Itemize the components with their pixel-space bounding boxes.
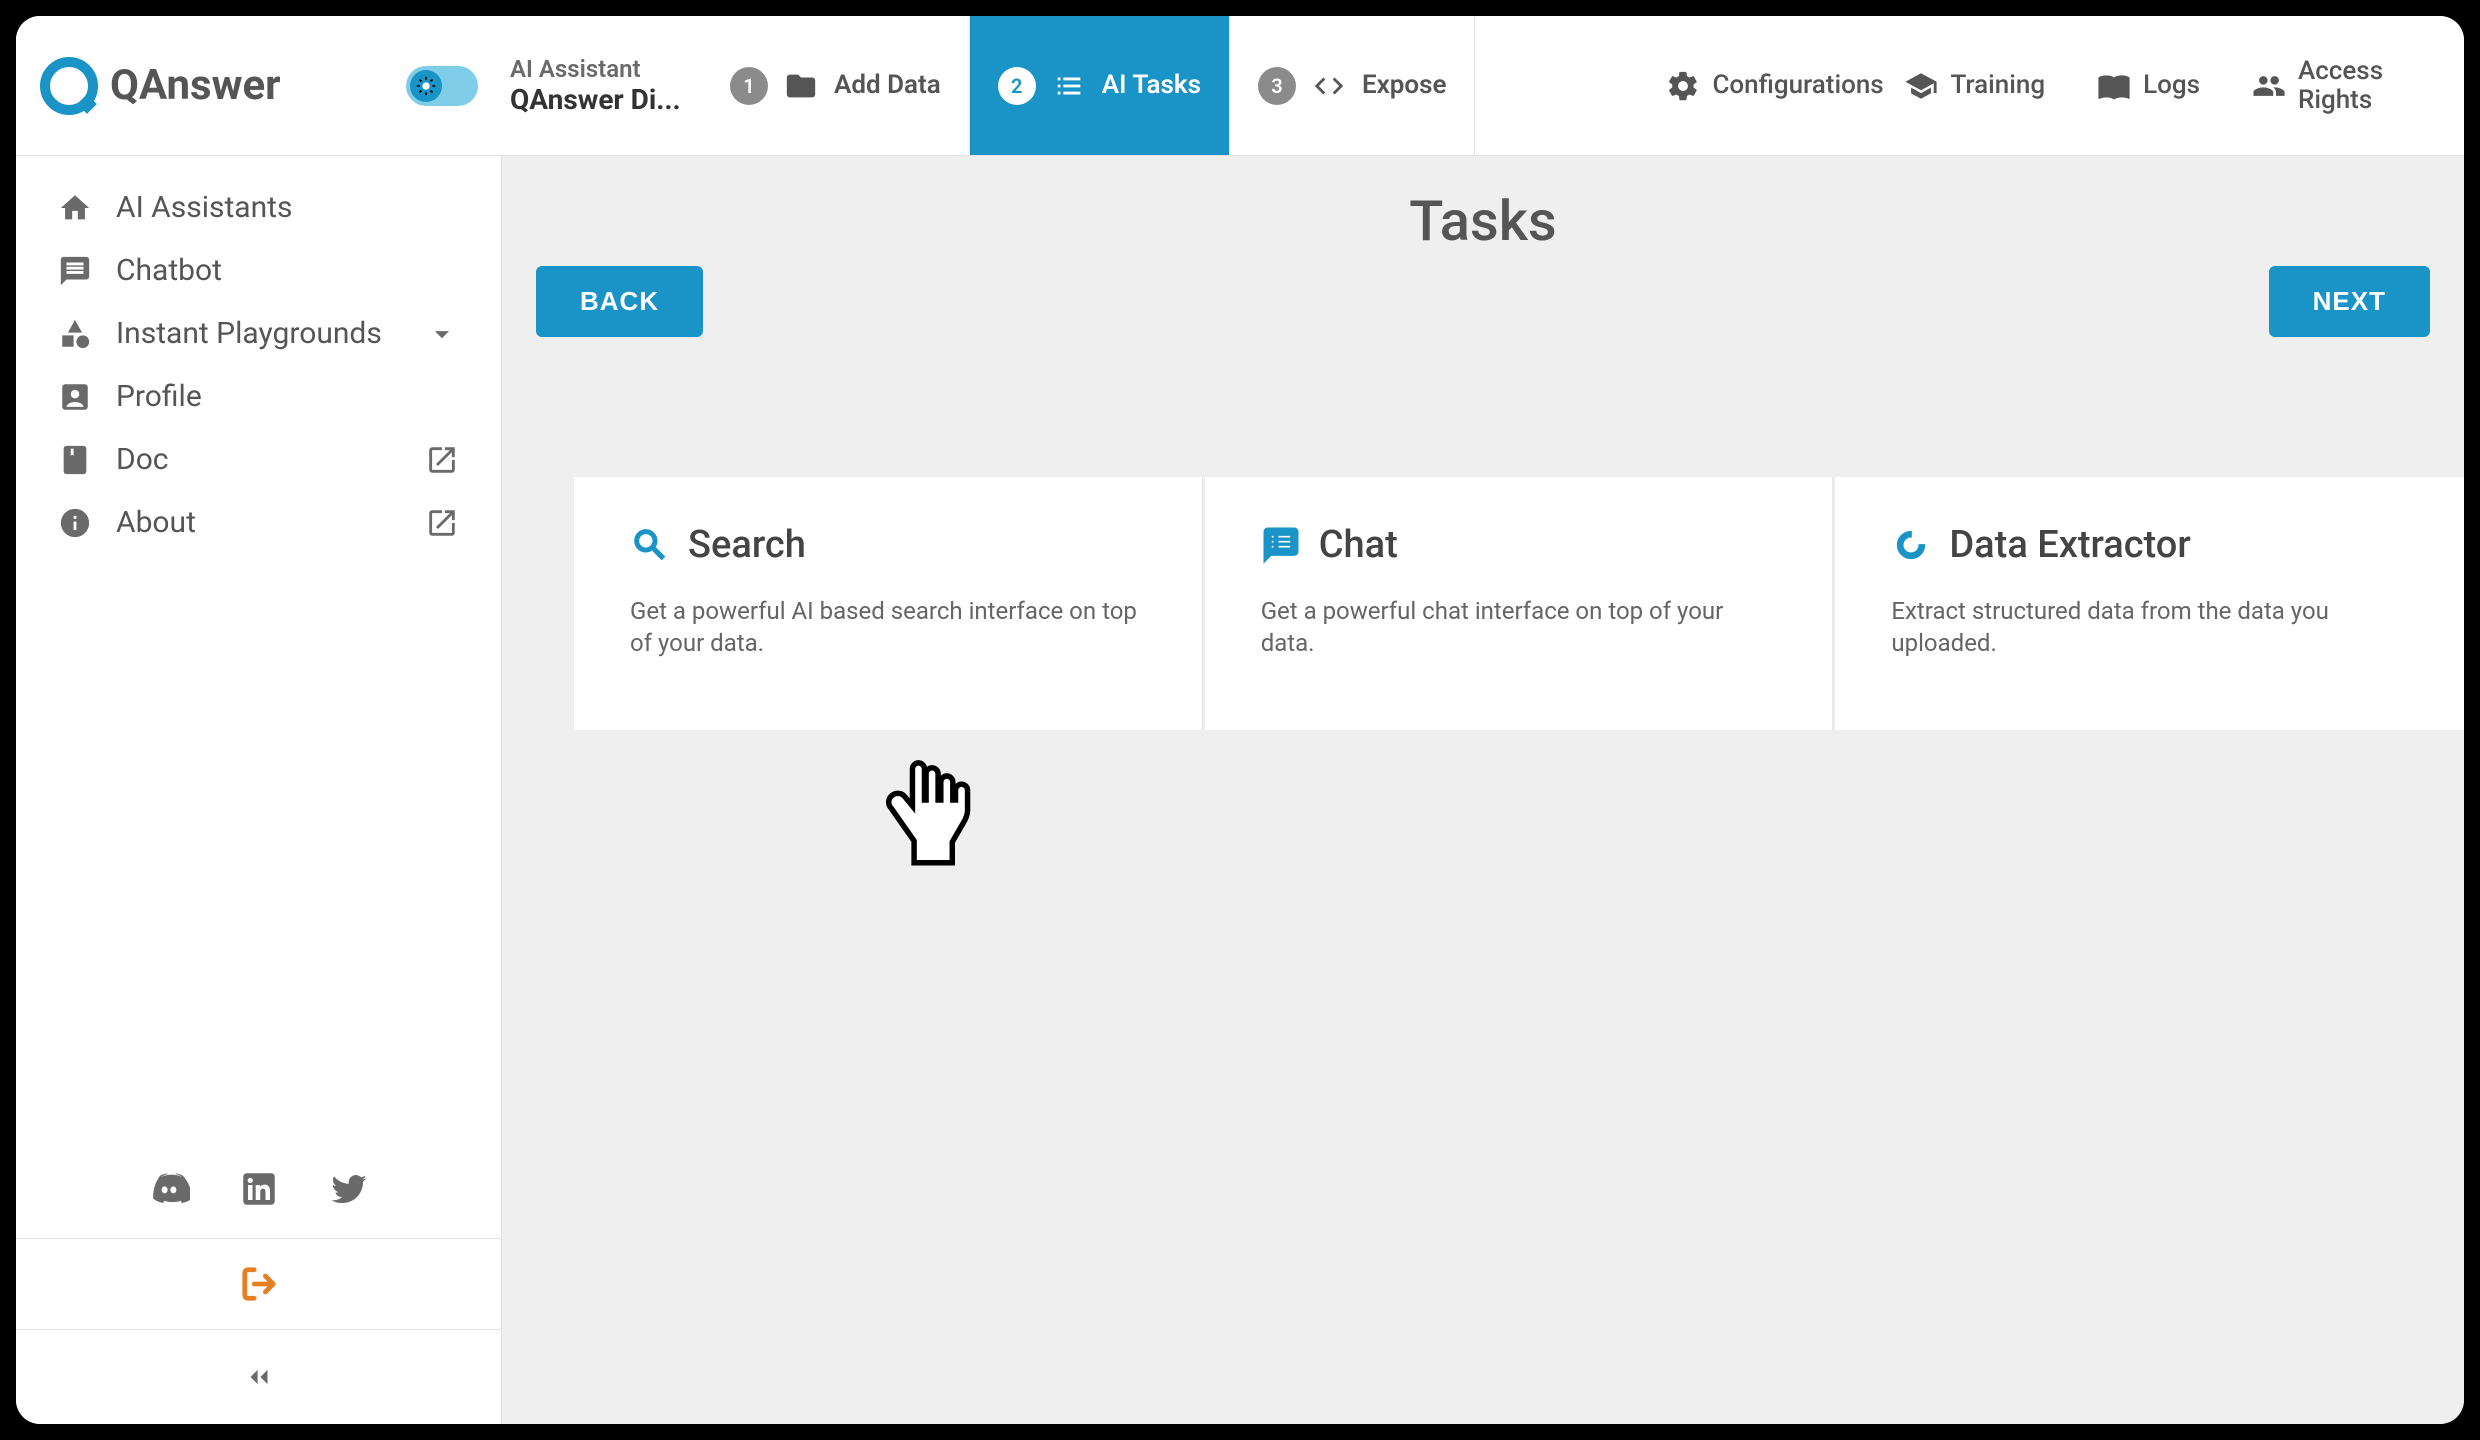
card-data-extractor[interactable]: Data Extractor Extract structured data f… [1835,477,2464,730]
logout-icon[interactable] [240,1265,278,1303]
logo-area: QAnswer [16,16,502,155]
sidebar-item-label: Doc [116,442,169,477]
sidebar-item-chatbot[interactable]: Chatbot [16,239,501,302]
chevron-down-icon [425,317,459,351]
search-icon [630,525,670,565]
ring-icon [1891,525,1931,565]
action-label: Training [1950,71,2045,100]
sidebar-item-doc[interactable]: Doc [16,428,501,491]
action-access-rights[interactable]: Access Rights [2226,16,2464,155]
action-training[interactable]: Training [1878,16,2071,155]
step-label: Expose [1362,71,1447,101]
page-title: Tasks [502,188,2464,254]
step-label: AI Tasks [1102,71,1201,101]
collapse-row [16,1329,501,1424]
step-number: 1 [730,67,768,105]
linkedin-icon[interactable] [238,1168,280,1210]
sidebar-item-profile[interactable]: Profile [16,365,501,428]
sidebar-item-about[interactable]: About [16,491,501,554]
action-label: Logs [2143,71,2200,100]
external-link-icon [425,443,459,477]
card-chat[interactable]: Chat Get a powerful chat interface on to… [1205,477,1834,730]
info-icon [58,506,92,540]
social-links [16,1140,501,1238]
gear-icon [1666,69,1700,103]
collapse-icon[interactable] [242,1360,276,1394]
card-description: Get a powerful AI based search interface… [630,595,1146,660]
step-expose[interactable]: 3 Expose [1230,16,1476,155]
book-icon [2097,69,2131,103]
card-title: Search [688,523,806,567]
step-number: 3 [1258,67,1296,105]
sun-icon [415,75,437,97]
action-configurations[interactable]: Configurations [1640,16,1878,155]
sidebar-item-label: AI Assistants [116,190,292,225]
chat-icon [1261,525,1301,565]
main-content: Tasks BACK NEXT Search Get a powerful AI… [502,156,2464,1424]
sidebar-item-instant-playgrounds[interactable]: Instant Playgrounds [16,302,501,365]
topbar: QAnswer AI Assistant QAnswer Di... 1 Add… [16,16,2464,156]
people-icon [2252,69,2286,103]
breadcrumb-parent: AI Assistant [510,55,694,83]
card-title: Data Extractor [1949,523,2190,567]
docbook-icon [58,443,92,477]
top-actions: Configurations Training Logs Access Righ… [1640,16,2464,155]
back-button[interactable]: BACK [536,266,703,337]
card-description: Extract structured data from the data yo… [1891,595,2440,660]
grad-cap-icon [1904,69,1938,103]
external-link-icon [425,506,459,540]
list-icon [1050,67,1088,105]
sidebar-item-label: Profile [116,379,202,414]
step-label: Add Data [834,71,941,101]
step-add-data[interactable]: 1 Add Data [702,16,970,155]
discord-icon[interactable] [148,1168,190,1210]
home-icon [58,191,92,225]
card-search[interactable]: Search Get a powerful AI based search in… [574,477,1203,730]
card-title: Chat [1319,523,1398,567]
task-cards: Search Get a powerful AI based search in… [574,477,2464,730]
next-button[interactable]: NEXT [2269,266,2430,337]
sidebar-item-ai-assistants[interactable]: AI Assistants [16,176,501,239]
action-logs[interactable]: Logs [2071,16,2226,155]
action-label: Configurations [1712,71,1852,100]
person-icon [58,380,92,414]
step-ai-tasks[interactable]: 2 AI Tasks [970,16,1230,155]
logout-row [16,1238,501,1329]
code-icon [1310,67,1348,105]
theme-toggle[interactable] [406,66,478,106]
folder-icon [782,67,820,105]
sidebar-item-label: Instant Playgrounds [116,316,382,351]
brand-name: QAnswer [110,61,281,110]
twitter-icon[interactable] [328,1168,370,1210]
chat-icon [58,254,92,288]
breadcrumb-current: QAnswer Di... [510,83,694,117]
wizard-steps: 1 Add Data 2 AI Tasks 3 Expose [702,16,1640,155]
action-label: Access Rights [2298,57,2438,114]
sidebar-item-label: Chatbot [116,253,222,288]
shapes-icon [58,317,92,351]
sidebar: AI Assistants Chatbot Instant Playground… [16,156,502,1424]
qanswer-logo-icon [40,57,98,115]
card-description: Get a powerful chat interface on top of … [1261,595,1777,660]
sidebar-item-label: About [116,505,196,540]
breadcrumb: AI Assistant QAnswer Di... [502,16,702,155]
step-number: 2 [998,67,1036,105]
